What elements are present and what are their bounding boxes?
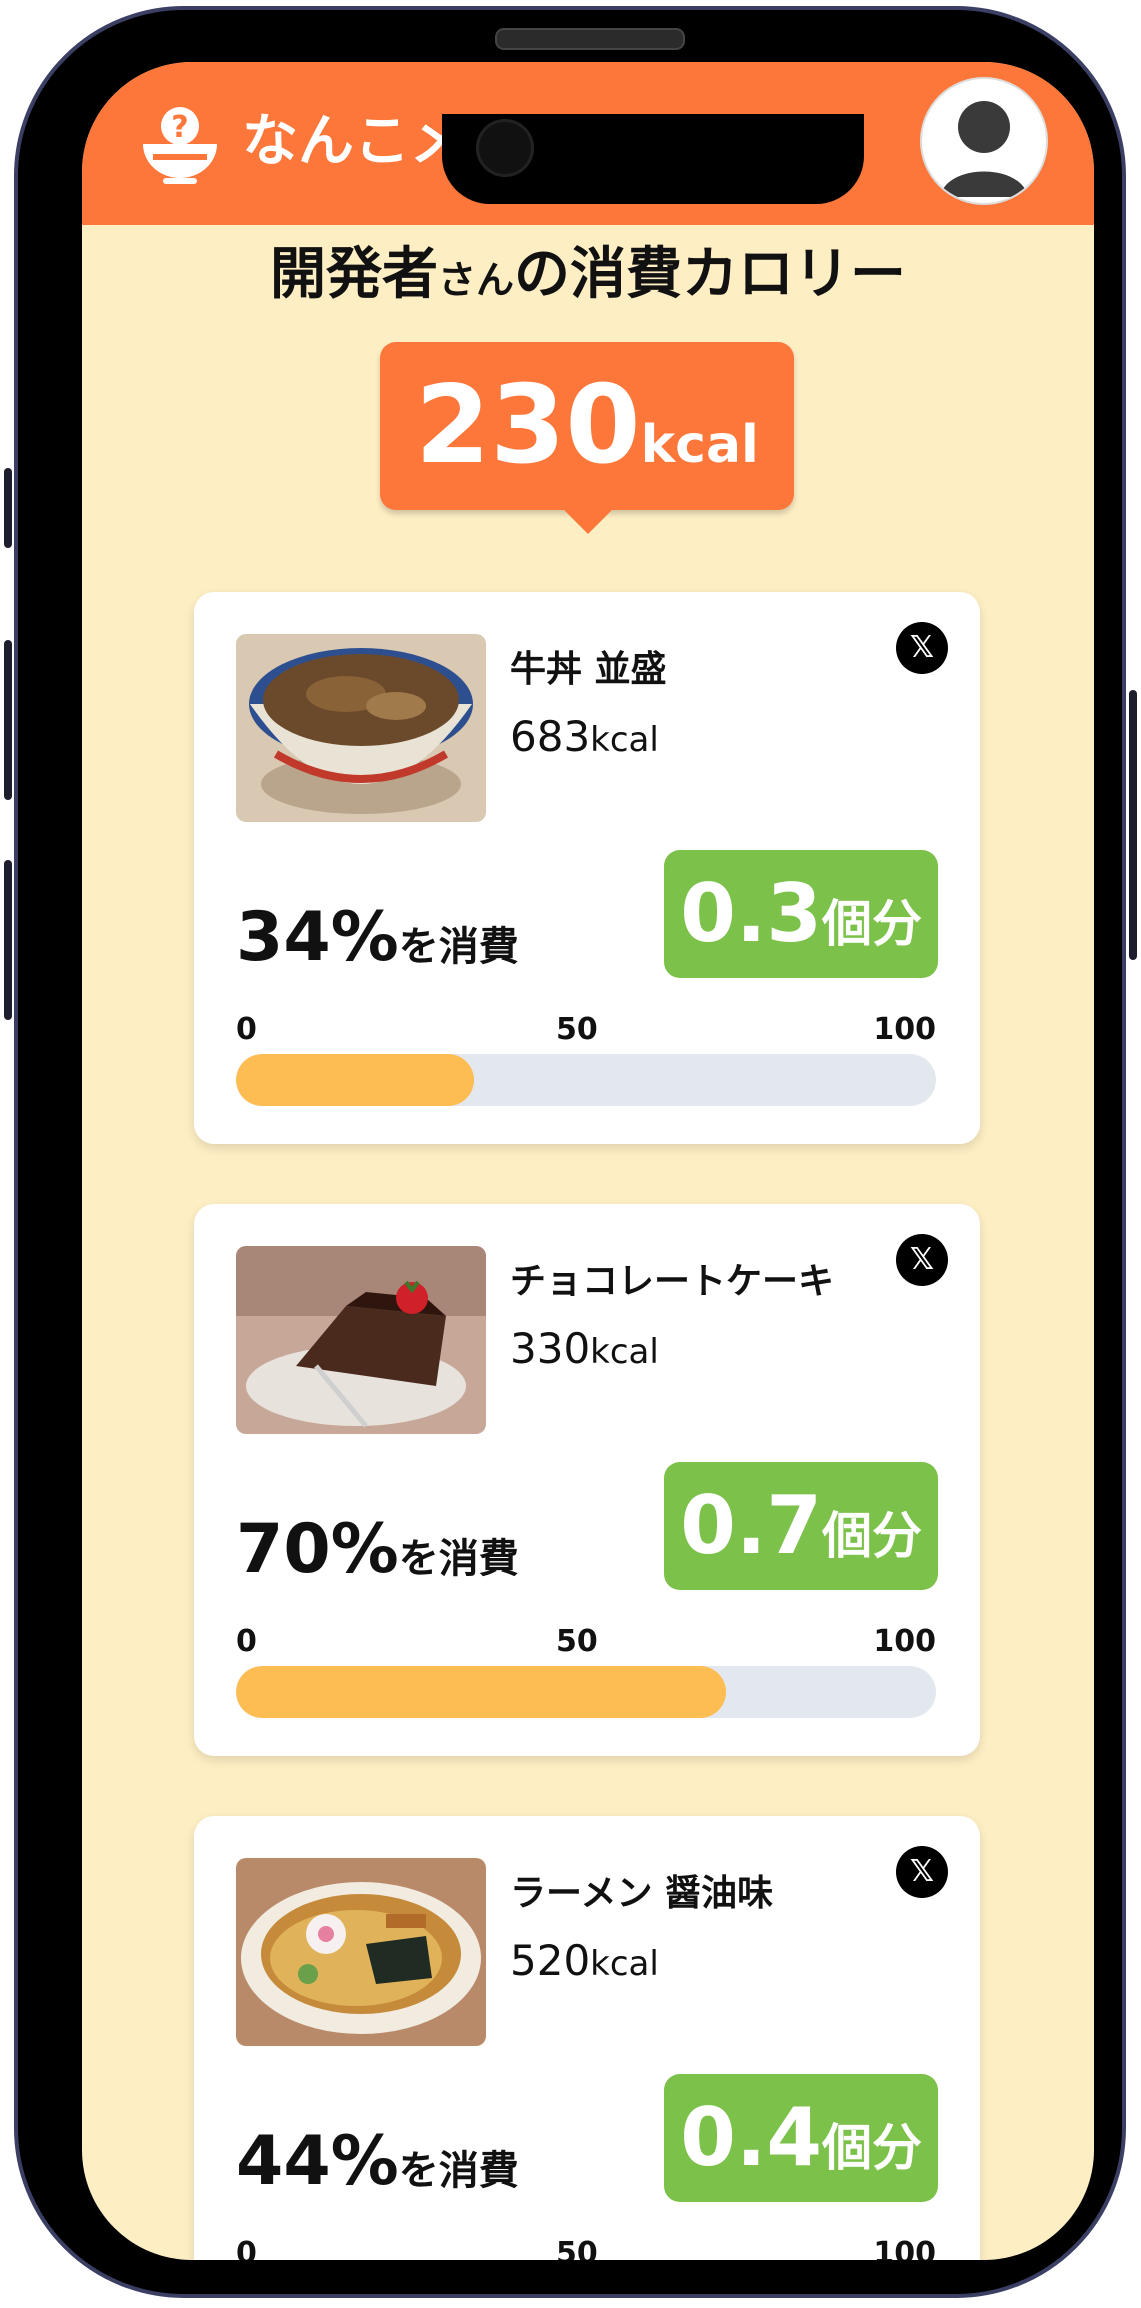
consumed-percent-value: 44% <box>236 2122 399 2201</box>
scale-min: 0 <box>236 2236 257 2260</box>
portion-value: 0.3 <box>680 867 822 960</box>
svg-text:?: ? <box>171 110 188 145</box>
total-calorie-value: 230 <box>415 363 641 488</box>
food-card: 牛丼 並盛 683kcal 𝕏 34%を消費 0.3個分 0 50 100 <box>194 592 980 1144</box>
scale-max: 100 <box>873 1624 936 1659</box>
scale-max: 100 <box>873 1012 936 1047</box>
food-kcal: 520kcal <box>510 1936 659 1985</box>
food-name: ラーメン 醤油味 <box>510 1873 774 1914</box>
food-kcal-unit: kcal <box>590 1332 659 1372</box>
x-share-icon[interactable]: 𝕏 <box>896 622 948 674</box>
scale-min: 0 <box>236 1624 257 1659</box>
consumed-suffix: を消費 <box>398 2148 519 2194</box>
consumed-percent-value: 34% <box>236 898 399 977</box>
scale-mid: 50 <box>556 2236 598 2260</box>
mute-switch <box>4 468 12 548</box>
user-silhouette-icon <box>940 101 1028 197</box>
bowl-logo-icon: ? <box>143 107 217 184</box>
portion-suffix: 個分 <box>822 1507 922 1565</box>
portion-badge: 0.3個分 <box>664 850 938 978</box>
x-share-icon[interactable]: 𝕏 <box>896 1846 948 1898</box>
consumed-percent: 70%を消費 <box>236 1510 519 1589</box>
title-honorific: さん <box>437 258 514 302</box>
scale-mid: 50 <box>556 1012 598 1047</box>
food-photo-cake <box>236 1246 486 1434</box>
food-kcal: 330kcal <box>510 1324 659 1373</box>
total-calorie-pointer <box>562 508 614 534</box>
progress-fill <box>236 1666 726 1718</box>
scale-max: 100 <box>873 2236 936 2260</box>
volume-up-button <box>4 640 12 800</box>
scale-mid: 50 <box>556 1624 598 1659</box>
food-kcal-unit: kcal <box>590 720 659 760</box>
progress-scale: 0 50 100 <box>236 2236 936 2260</box>
food-kcal-value: 330 <box>510 1324 591 1373</box>
phone-speaker <box>495 28 685 50</box>
portion-value: 0.4 <box>680 2091 822 2184</box>
consumed-percent-value: 70% <box>236 1510 399 1589</box>
portion-suffix: 個分 <box>822 2119 922 2177</box>
food-photo-gyudon <box>236 634 486 822</box>
progress-track <box>236 1054 936 1106</box>
food-kcal-unit: kcal <box>590 1944 659 1984</box>
consumed-percent: 44%を消費 <box>236 2122 519 2201</box>
food-name: 牛丼 並盛 <box>510 649 667 690</box>
app-screen: ? なんこメシ 開発者さんの消費カロリー 230kcal 牛丼 並盛 683kc… <box>82 62 1094 2260</box>
volume-down-button <box>4 860 12 1020</box>
portion-suffix: 個分 <box>822 895 922 953</box>
consumed-percent: 34%を消費 <box>236 898 519 977</box>
food-photo-ramen <box>236 1858 486 2046</box>
food-kcal-value: 683 <box>510 712 591 761</box>
user-avatar[interactable] <box>920 77 1048 205</box>
page-title: 開発者さんの消費カロリー <box>82 240 1094 315</box>
total-calorie-box: 230kcal <box>380 342 794 510</box>
progress-fill <box>236 1054 474 1106</box>
title-user: 開発者 <box>269 242 438 307</box>
progress-scale: 0 50 100 <box>236 1624 936 1664</box>
progress-scale: 0 50 100 <box>236 1012 936 1052</box>
portion-badge: 0.7個分 <box>664 1462 938 1590</box>
food-kcal-value: 520 <box>510 1936 591 1985</box>
portion-badge: 0.4個分 <box>664 2074 938 2202</box>
scale-min: 0 <box>236 1012 257 1047</box>
food-card: チョコレートケーキ 330kcal 𝕏 70%を消費 0.7個分 0 50 10… <box>194 1204 980 1756</box>
progress-track <box>236 1666 936 1718</box>
food-name: チョコレートケーキ <box>510 1261 835 1302</box>
food-card: ラーメン 醤油味 520kcal 𝕏 44%を消費 0.4個分 0 50 100 <box>194 1816 980 2260</box>
front-camera <box>476 119 534 177</box>
title-rest: の消費カロリー <box>514 242 906 307</box>
portion-value: 0.7 <box>680 1479 822 1572</box>
food-kcal: 683kcal <box>510 712 659 761</box>
consumed-suffix: を消費 <box>398 924 519 970</box>
power-button <box>1129 690 1137 960</box>
consumed-suffix: を消費 <box>398 1536 519 1582</box>
phone-frame: ? なんこメシ 開発者さんの消費カロリー 230kcal 牛丼 並盛 683kc… <box>14 6 1126 2298</box>
x-share-icon[interactable]: 𝕏 <box>896 1234 948 1286</box>
total-calorie-unit: kcal <box>640 415 759 475</box>
